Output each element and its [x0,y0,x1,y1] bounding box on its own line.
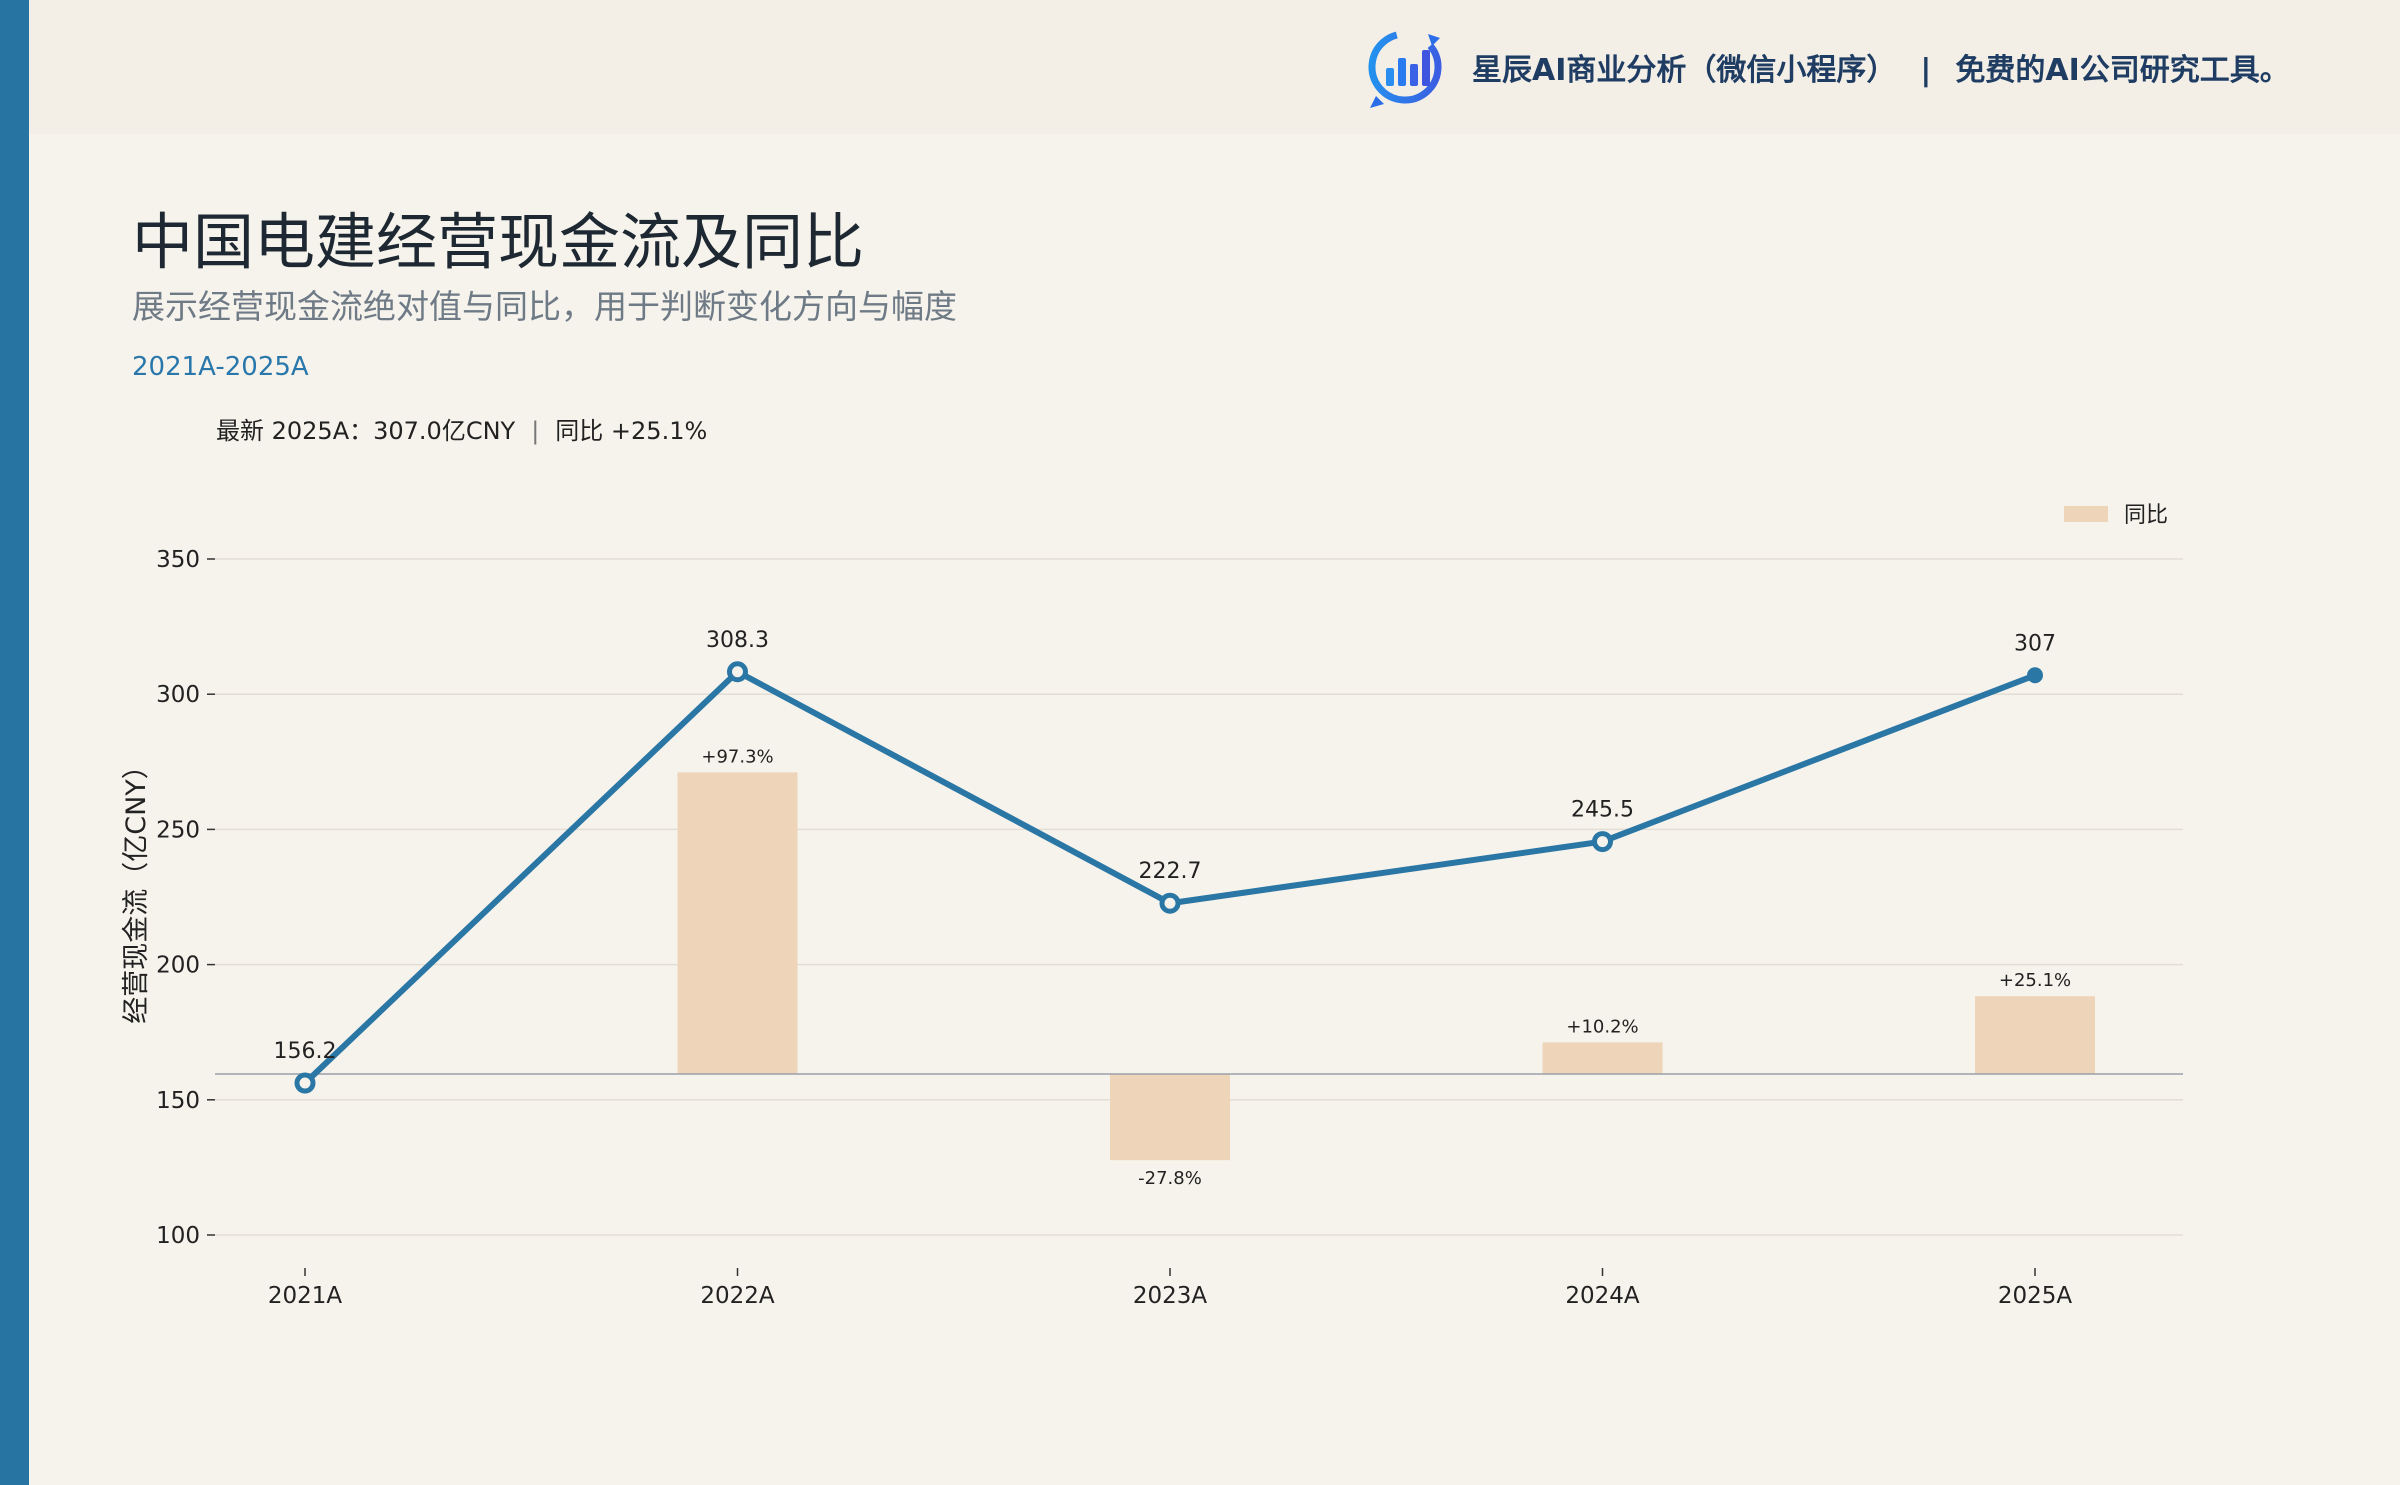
yoy-label: +25.1% [1999,970,2071,991]
x-tick-label: 2024A [1565,1283,1640,1309]
value-label: 307 [2014,631,2056,656]
y-axis-title: 经营现金流（亿CNY） [121,752,152,1024]
cashflow-chart: 100 150 200 250 300 350 经营现金流（亿CNY） 2021A 2022A 2… [121,503,2183,1309]
yoy-label: -27.8% [1138,1168,1202,1189]
legend-label: 同比 [2124,503,2168,528]
yoy-bar [1542,1042,1663,1074]
cashflow-point [294,1072,316,1094]
value-label: 308.3 [706,628,769,653]
yoy-label: +97.3% [701,746,773,767]
y-tick-label: 300 [156,682,200,708]
y-tick-label: 250 [156,817,200,843]
cashflow-point [727,661,748,683]
y-tick-label: 100 [156,1223,200,1249]
y-tick-label: 150 [156,1088,200,1114]
yoy-bar [1110,1074,1230,1161]
value-label: 156.2 [274,1039,337,1064]
cashflow-point [1592,831,1613,853]
legend-swatch [2064,506,2108,522]
cashflow-point [2027,667,2043,684]
value-label: 222.7 [1139,859,1202,884]
cashflow-point [1159,892,1181,914]
x-tick-label: 2025A [1998,1283,2073,1309]
x-tick-label: 2021A [268,1283,343,1309]
y-tick-label: 350 [156,547,200,573]
yoy-bar [1975,996,2095,1074]
y-tick-label: 200 [156,953,200,979]
value-label: 245.5 [1571,798,1634,823]
x-tick-label: 2022A [700,1283,775,1309]
x-tick-label: 2023A [1133,1283,1208,1309]
yoy-bar [677,772,798,1074]
yoy-label: +10.2% [1566,1016,1638,1037]
